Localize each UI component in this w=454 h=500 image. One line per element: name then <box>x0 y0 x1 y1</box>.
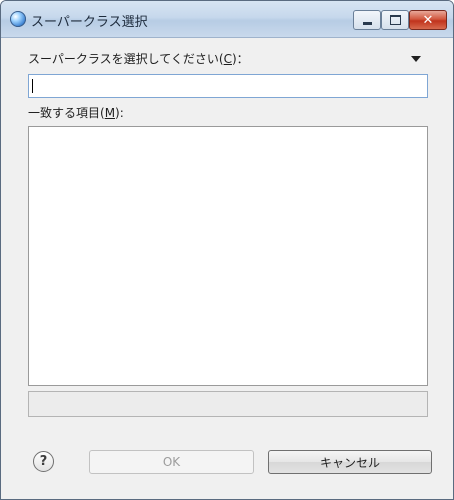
dialog-window: スーパークラス選択 ✕ スーパークラスを選択してください(C)： 一致する項目(… <box>0 0 454 500</box>
maximize-button[interactable] <box>381 10 409 30</box>
cancel-button[interactable]: キャンセル <box>268 450 432 474</box>
ok-button[interactable]: OK <box>89 450 254 474</box>
view-menu-arrow-icon[interactable] <box>411 56 421 62</box>
close-icon: ✕ <box>422 12 434 28</box>
superclass-prompt-label: スーパークラスを選択してください(C)： <box>28 52 249 66</box>
prompt-mnemonic: C <box>223 52 232 66</box>
window-title: スーパークラス選択 <box>31 15 148 30</box>
close-button[interactable]: ✕ <box>409 10 447 30</box>
title-bar[interactable]: スーパークラス選択 ✕ <box>1 1 453 38</box>
app-globe-icon <box>10 11 26 27</box>
maximize-icon <box>389 15 401 25</box>
minimize-button[interactable] <box>353 10 381 30</box>
matches-mnemonic: M <box>104 106 116 120</box>
matching-items-label: 一致する項目(M): <box>28 106 124 120</box>
text-caret <box>32 79 33 93</box>
help-icon[interactable]: ? <box>33 451 54 472</box>
matching-items-list[interactable] <box>28 126 428 386</box>
minimize-icon <box>362 22 372 25</box>
details-status-box <box>28 391 428 417</box>
superclass-filter-input[interactable] <box>28 74 428 98</box>
